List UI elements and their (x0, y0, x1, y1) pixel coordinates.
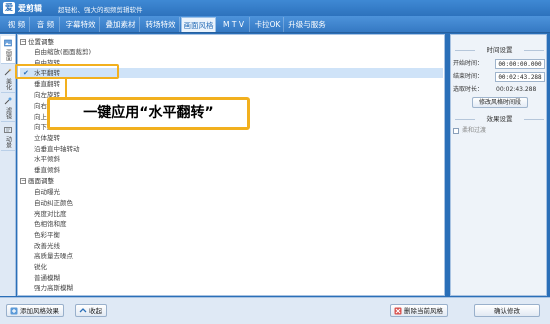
list-item[interactable]: 自由缩放(画面裁剪) (34, 47, 91, 57)
modify-style-time-button[interactable]: 修改风格时间段 (472, 97, 528, 108)
collapse-icon: − (20, 177, 27, 184)
tab-picture-style[interactable]: 画面风格 (181, 17, 216, 32)
start-time-label: 开始时间： (453, 60, 484, 67)
list-item[interactable]: 沿垂直中轴转动 (34, 144, 80, 154)
time-settings-title: 时间设置 (455, 45, 544, 55)
vtab-motion[interactable]: 动景 (1, 123, 15, 151)
group-position-adjust[interactable]: − 位置调整 (20, 37, 54, 47)
soft-transition-checkbox[interactable] (453, 128, 459, 134)
menu-bar: 视 频 音 频 字幕特效 叠加素材 转场特效 画面风格 M T V 卡拉OK 升… (0, 16, 550, 33)
app-logo-icon: 爱 (3, 2, 15, 14)
collapse-icon (79, 308, 87, 313)
list-item[interactable]: 垂直翻转 (34, 79, 60, 89)
tab-video[interactable]: 视 频 (4, 17, 30, 32)
wand-icon (4, 68, 12, 76)
list-item[interactable]: 自动曝光 (34, 187, 60, 197)
tab-overlay-material[interactable]: 叠加素材 (102, 17, 140, 32)
list-item[interactable]: 高质量去噪点 (34, 251, 73, 261)
collapse-icon: − (20, 38, 27, 45)
annotation-callout: 一键应用“水平翻转” (47, 97, 250, 130)
list-item[interactable]: 立体旋转 (34, 133, 60, 143)
list-item[interactable]: 锐化 (34, 262, 47, 272)
tab-audio[interactable]: 音 频 (32, 17, 60, 32)
list-item[interactable]: 强力高斯模糊 (34, 283, 73, 293)
list-item[interactable]: 水平倾斜 (34, 154, 60, 164)
list-item[interactable]: 色彩平衡 (34, 230, 60, 240)
list-item[interactable]: 自动纠正颜色 (34, 198, 73, 208)
collapse-button[interactable]: 收起 (75, 304, 107, 317)
filter-icon (4, 97, 12, 105)
end-time-label: 结束时间： (453, 73, 484, 80)
tab-upgrade-service[interactable]: 升级与服务 (286, 17, 328, 32)
app-slogan: 超轻松、强大的视频剪辑软件 (58, 6, 143, 14)
motion-icon (4, 127, 12, 133)
end-time-field[interactable]: 00:02:43.288 (495, 72, 545, 82)
tab-mtv[interactable]: M T V (218, 17, 250, 32)
effect-settings-title: 效果设置 (455, 114, 544, 124)
callout-text: 一键应用“水平翻转” (83, 105, 214, 121)
list-item[interactable]: 普通模糊 (34, 273, 60, 283)
left-tab-strip: 画面 美化 滤镜 动景 (0, 34, 16, 296)
list-item[interactable]: 色相饱和度 (34, 219, 67, 229)
picture-icon (4, 39, 12, 47)
add-style-button[interactable]: 添加风格效果 (6, 304, 64, 317)
vtab-picture[interactable]: 画面 (1, 36, 15, 64)
checkmark-icon: ✔ (23, 69, 29, 77)
start-time-field[interactable]: 00:00:00.000 (495, 59, 545, 69)
title-bar: 爱 爱剪辑 超轻松、强大的视频剪辑软件 (0, 0, 550, 16)
vtab-filter[interactable]: 滤镜 (1, 94, 15, 122)
selected-duration-value: 00:02:43.288 (496, 86, 537, 93)
tab-transition-effects[interactable]: 转场特效 (142, 17, 180, 32)
settings-panel: 时间设置 开始时间： 00:00:00.000 结束时间： 00:02:43.2… (450, 34, 547, 296)
list-item[interactable]: 亮度对比度 (34, 209, 67, 219)
list-item[interactable]: 垂直倾斜 (34, 165, 60, 175)
tab-subtitle-effects[interactable]: 字幕特效 (62, 17, 100, 32)
vtab-beautify[interactable]: 美化 (1, 65, 15, 93)
list-item[interactable]: 自由旋转 (34, 58, 60, 68)
group-picture-adjust[interactable]: − 画面调整 (20, 176, 54, 186)
tab-karaoke[interactable]: 卡拉OK (252, 17, 284, 32)
add-icon (10, 307, 18, 315)
soft-transition-label: 柔和过渡 (462, 127, 487, 134)
style-list-panel: −位置调整 自由缩放(画面裁剪) 自由旋转 ✔水平翻转 垂直翻转 向左旋转 向右… (17, 34, 445, 296)
delete-style-button[interactable]: 删除当前风格 (390, 304, 448, 317)
confirm-modify-button[interactable]: 确认修改 (474, 304, 540, 317)
app-name: 爱剪辑 (18, 4, 42, 13)
list-item-selected[interactable]: ✔ 水平翻转 (20, 68, 443, 78)
selected-duration-label: 选取时长： (453, 86, 484, 93)
list-item[interactable]: 改善光线 (34, 241, 60, 251)
delete-icon (394, 307, 402, 315)
bottom-toolbar: 添加风格效果 收起 删除当前风格 确认修改 (0, 297, 550, 324)
